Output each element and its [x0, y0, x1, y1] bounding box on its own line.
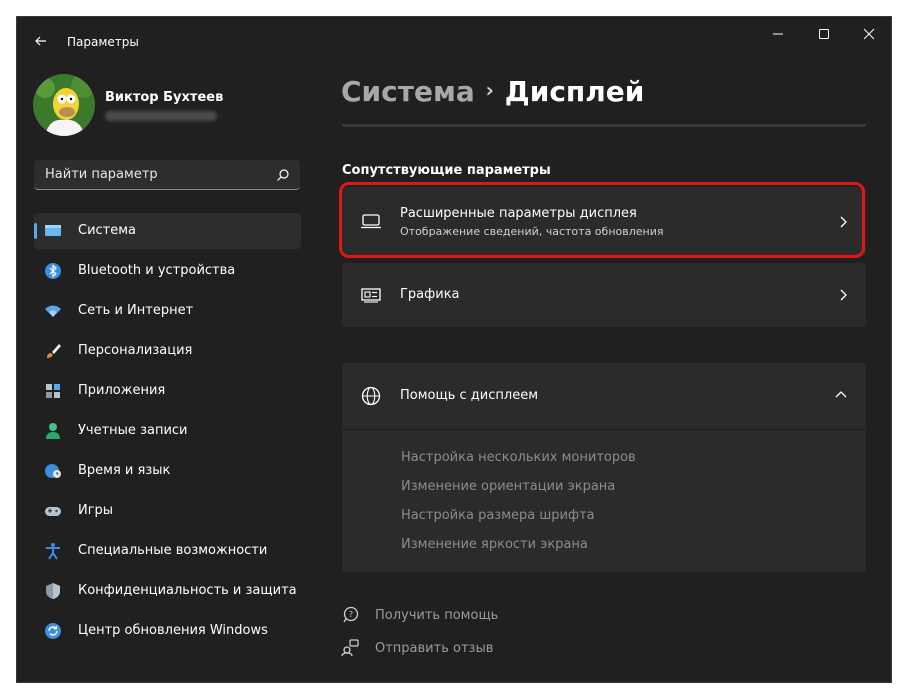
sidebar-item-label: Время и язык: [78, 463, 171, 478]
sidebar-item-label: Приложения: [78, 383, 166, 398]
sidebar-item-apps[interactable]: Приложения: [34, 373, 301, 409]
sidebar-item-label: Персонализация: [78, 343, 193, 358]
help-link-orientation[interactable]: Изменение ориентации экрана: [401, 479, 615, 494]
sidebar-item-network[interactable]: Сеть и Интернет: [34, 293, 301, 329]
close-icon[interactable]: [859, 27, 879, 41]
graphics-title: Графика: [400, 287, 460, 302]
sidebar-nav: Система Bluetooth и устройства Сеть и Ин…: [34, 213, 301, 653]
brush-icon: [47, 344, 61, 358]
system-display-icon: [45, 225, 61, 236]
wifi-icon: [45, 305, 61, 317]
user-email-redacted: [105, 111, 217, 121]
update-icon: [45, 623, 61, 639]
chevron-up-icon[interactable]: [834, 389, 848, 399]
sidebar-item-label: Система: [78, 223, 137, 238]
sidebar-item-label: Центр обновления Windows: [78, 623, 268, 638]
sidebar-item-privacy[interactable]: Конфиденциальность и защита: [34, 573, 301, 609]
get-help-link[interactable]: Получить помощь: [375, 608, 498, 623]
sidebar-item-label: Учетные записи: [78, 423, 188, 438]
accessibility-icon: [46, 543, 60, 560]
sidebar-item-accessibility[interactable]: Специальные возможности: [34, 533, 301, 569]
sidebar-item-label: Игры: [78, 503, 114, 518]
sidebar-item-label: Конфиденциальность и защита: [78, 583, 297, 598]
avatar[interactable]: [33, 74, 95, 136]
divider: [342, 429, 866, 430]
back-arrow-icon[interactable]: [33, 33, 49, 49]
breadcrumb: Система › Дисплей: [341, 75, 644, 108]
display-help-header[interactable]: Помощь с дисплеем: [342, 363, 866, 429]
sidebar-item-system[interactable]: Система: [34, 213, 301, 249]
minimize-icon[interactable]: [768, 27, 788, 41]
display-help-title: Помощь с дисплеем: [400, 388, 539, 403]
feedback-icon: [341, 639, 359, 657]
get-help-icon: ?: [343, 606, 359, 623]
maximize-icon[interactable]: [814, 27, 834, 41]
breadcrumb-parent[interactable]: Система: [341, 75, 475, 108]
avatar-image: [33, 74, 95, 136]
highlight-frame: [339, 182, 865, 258]
globe-icon: [361, 386, 381, 406]
sidebar-item-windows-update[interactable]: Центр обновления Windows: [34, 613, 301, 649]
sidebar-item-bluetooth[interactable]: Bluetooth и устройства: [34, 253, 301, 289]
help-link-font-size[interactable]: Настройка размера шрифта: [401, 508, 595, 523]
sidebar-item-label: Bluetooth и устройства: [78, 263, 236, 278]
previous-card-edge: [342, 124, 866, 127]
sidebar-item-label: Сеть и Интернет: [78, 303, 194, 318]
gamepad-icon: [45, 507, 61, 516]
bluetooth-icon: [45, 263, 61, 279]
sidebar-item-label: Специальные возможности: [78, 543, 268, 558]
sidebar-item-time-language[interactable]: Время и язык: [34, 453, 301, 489]
search-input[interactable]: Найти параметр: [45, 167, 158, 182]
page-title: Дисплей: [504, 75, 645, 108]
display-help-card: Помощь с дисплеем Настройка нескольких м…: [342, 363, 866, 572]
chevron-right-icon: [840, 289, 847, 301]
sidebar-item-personalization[interactable]: Персонализация: [34, 333, 301, 369]
svg-text:?: ?: [349, 610, 353, 619]
search-icon[interactable]: [276, 168, 290, 182]
search-box[interactable]: Найти параметр: [34, 160, 300, 190]
globe-clock-icon: [45, 464, 61, 478]
sidebar-item-accounts[interactable]: Учетные записи: [34, 413, 301, 449]
graphics-settings-card[interactable]: Графика: [342, 263, 866, 327]
section-title-related: Сопутствующие параметры: [342, 163, 551, 178]
breadcrumb-separator: ›: [485, 78, 494, 102]
sidebar-item-gaming[interactable]: Игры: [34, 493, 301, 529]
app-title: Параметры: [67, 35, 139, 49]
title-bar: Параметры: [17, 17, 891, 57]
apps-icon: [46, 384, 60, 398]
graphics-card-icon: [361, 288, 381, 303]
shield-icon: [46, 583, 60, 599]
settings-window: Параметры Виктор Бухтеев Найти параметр: [16, 16, 892, 683]
person-icon: [46, 423, 60, 439]
send-feedback-link[interactable]: Отправить отзыв: [375, 641, 493, 656]
help-link-multiple-monitors[interactable]: Настройка нескольких мониторов: [401, 450, 636, 465]
help-link-brightness[interactable]: Изменение яркости экрана: [401, 537, 588, 552]
user-name: Виктор Бухтеев: [105, 90, 224, 105]
active-indicator: [34, 223, 37, 239]
